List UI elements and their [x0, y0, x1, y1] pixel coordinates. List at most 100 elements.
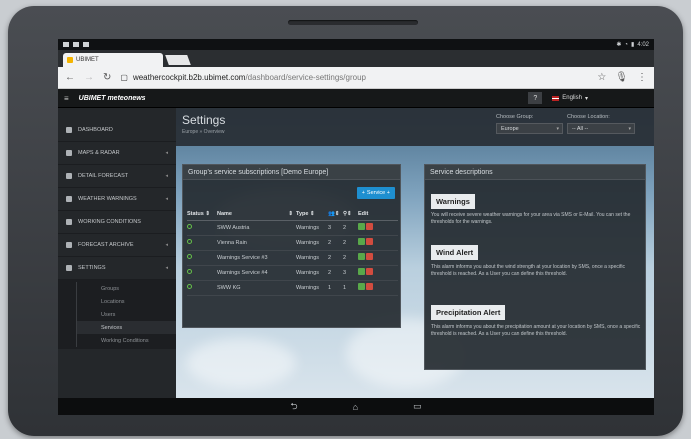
sidebar-item-label: SETTINGS	[78, 265, 106, 271]
forward-icon[interactable]: →	[84, 72, 94, 83]
user-count: 2	[328, 265, 343, 281]
recent-apps-icon[interactable]: ▭	[413, 401, 422, 412]
user-count: 1	[328, 280, 343, 296]
home-nav-icon[interactable]: ⌂	[353, 402, 358, 412]
background-cloud	[186, 338, 296, 388]
bookmark-star-icon[interactable]: ☆	[597, 72, 606, 83]
help-button[interactable]: ?	[528, 92, 543, 104]
android-nav-bar: ⮌ ⌂ ▭	[58, 398, 654, 415]
app-body: DASHBOARD MAPS & RADAR ◂ DETAIL FORECAST ◂…	[58, 108, 654, 398]
browser-tab[interactable]: UBIMET	[63, 53, 163, 67]
chevron-down-icon: ▾	[556, 125, 559, 132]
plus-icon: +	[361, 190, 365, 196]
warning-icon	[66, 196, 72, 202]
status-ok-icon	[187, 224, 192, 229]
settings-submenu: Groups Locations Users Services Working …	[58, 280, 176, 349]
sidebar-item-detail-forecast[interactable]: DETAIL FORECAST ◂	[58, 165, 176, 188]
location-count: 2	[343, 235, 358, 251]
microphone-icon[interactable]: 🎙	[615, 72, 628, 83]
subscriptions-table: Status ⇕ Name ⇕ Type ⇕ 👥⇕ ⚲⇕ Edit SWW Au…	[187, 208, 398, 296]
language-selector[interactable]: English ▾	[552, 95, 588, 102]
service-type: Warnings	[296, 220, 328, 236]
sidebar-item-settings[interactable]: SETTINGS ◂	[58, 257, 176, 280]
chevron-left-icon: ◂	[165, 242, 168, 248]
delete-icon[interactable]	[366, 238, 373, 245]
sidebar: DASHBOARD MAPS & RADAR ◂ DETAIL FORECAST ◂…	[58, 108, 176, 398]
sidebar-item-working-conditions[interactable]: WORKING CONDITIONS	[58, 211, 176, 234]
sidebar-item-dashboard[interactable]: DASHBOARD	[58, 119, 176, 142]
sidebar-item-forecast-archive[interactable]: FORECAST ARCHIVE ◂	[58, 234, 176, 257]
table-row[interactable]: Warnings Service #4 Warnings 2 3	[187, 265, 398, 281]
table-row[interactable]: SWW KG Warnings 1 1	[187, 280, 398, 296]
service-descriptions-panel: Service descriptions Warnings You will r…	[424, 164, 646, 370]
submenu-item-working-conditions[interactable]: Working Conditions	[76, 334, 176, 347]
url-host: weathercockpit.b2b.ubimet.com	[132, 73, 246, 82]
submenu-item-groups[interactable]: Groups	[76, 282, 176, 295]
address-bar[interactable]: ▢ weathercockpit.b2b.ubimet.com/dashboar…	[120, 73, 588, 82]
service-type: Warnings	[296, 235, 328, 251]
back-icon[interactable]: ←	[65, 72, 75, 83]
edit-icon[interactable]	[358, 223, 365, 230]
page-title: Settings	[182, 113, 226, 127]
submenu-item-users[interactable]: Users	[76, 308, 176, 321]
breadcrumb: Europe » Overview	[182, 129, 225, 135]
service-name: SWW Austria	[217, 220, 296, 236]
app-logo[interactable]: UBIMET meteonews	[79, 95, 146, 102]
reload-icon[interactable]: ↻	[103, 72, 111, 83]
submenu-item-services[interactable]: Services	[76, 321, 176, 334]
edit-icon[interactable]	[358, 253, 365, 260]
chevron-down-icon: ▾	[584, 95, 588, 102]
group-select-value: Europe	[501, 125, 519, 132]
edit-icon[interactable]	[358, 283, 365, 290]
tab-title: UBIMET	[76, 57, 99, 63]
chevron-down-icon: ▾	[628, 125, 631, 132]
descriptions-panel-title: Service descriptions	[425, 165, 645, 180]
delete-icon[interactable]	[366, 268, 373, 275]
warnings-description: You will receive severe weather warnings…	[431, 212, 631, 225]
service-name: Vienna Rain	[217, 235, 296, 251]
hamburger-menu-icon[interactable]: ≡	[64, 94, 69, 103]
delete-icon[interactable]	[366, 223, 373, 230]
precipitation-alert-heading: Precipitation Alert	[431, 305, 506, 320]
column-header-type[interactable]: Type ⇕	[296, 208, 328, 221]
chevron-left-icon: ◂	[165, 150, 168, 156]
table-row[interactable]: Vienna Rain Warnings 2 2	[187, 235, 398, 251]
new-tab-button[interactable]	[165, 55, 191, 65]
user-count: 2	[328, 235, 343, 251]
subscriptions-panel-title: Group's service subscriptions [Demo Euro…	[183, 165, 400, 180]
users-icon	[66, 265, 72, 271]
bluetooth-icon: ✱	[616, 42, 622, 48]
add-service-button[interactable]: + Service +	[356, 187, 395, 199]
location-count: 1	[343, 280, 358, 296]
column-header-name[interactable]: Name ⇕	[217, 208, 296, 221]
status-ok-icon	[187, 254, 192, 259]
sidebar-item-maps-radar[interactable]: MAPS & RADAR ◂	[58, 142, 176, 165]
delete-icon[interactable]	[366, 253, 373, 260]
precipitation-alert-description: This alarm informs you about the precipi…	[431, 324, 641, 337]
table-row[interactable]: SWW Austria Warnings 3 2	[187, 220, 398, 236]
column-header-status[interactable]: Status ⇕	[187, 208, 217, 221]
menu-dots-icon[interactable]: ⋮	[637, 72, 647, 83]
table-row[interactable]: Warnings Service #3 Warnings 2 2	[187, 250, 398, 266]
submenu-item-locations[interactable]: Locations	[76, 295, 176, 308]
back-nav-icon[interactable]: ⮌	[290, 399, 297, 415]
sidebar-item-label: DASHBOARD	[78, 127, 113, 133]
browser-tab-strip: UBIMET	[58, 50, 654, 67]
location-select[interactable]: -- All -- ▾	[567, 123, 635, 134]
main-content: Settings Europe » Overview Choose Group:…	[176, 108, 654, 398]
chevron-left-icon: ◂	[165, 196, 168, 202]
image-icon	[83, 42, 89, 47]
sidebar-item-label: WORKING CONDITIONS	[78, 219, 141, 225]
add-service-label: Service +	[366, 190, 390, 196]
location-count: 2	[343, 220, 358, 236]
group-select[interactable]: Europe ▾	[496, 123, 563, 134]
chevron-left-icon: ◂	[165, 173, 168, 179]
chart-icon	[66, 173, 72, 179]
service-name: SWW KG	[217, 280, 296, 296]
edit-icon[interactable]	[358, 238, 365, 245]
sidebar-item-weather-warnings[interactable]: WEATHER WARNINGS ◂	[58, 188, 176, 211]
edit-icon[interactable]	[358, 268, 365, 275]
column-header-users-icon[interactable]: 👥⇕	[328, 208, 343, 221]
column-header-location-icon[interactable]: ⚲⇕	[343, 208, 358, 221]
delete-icon[interactable]	[366, 283, 373, 290]
